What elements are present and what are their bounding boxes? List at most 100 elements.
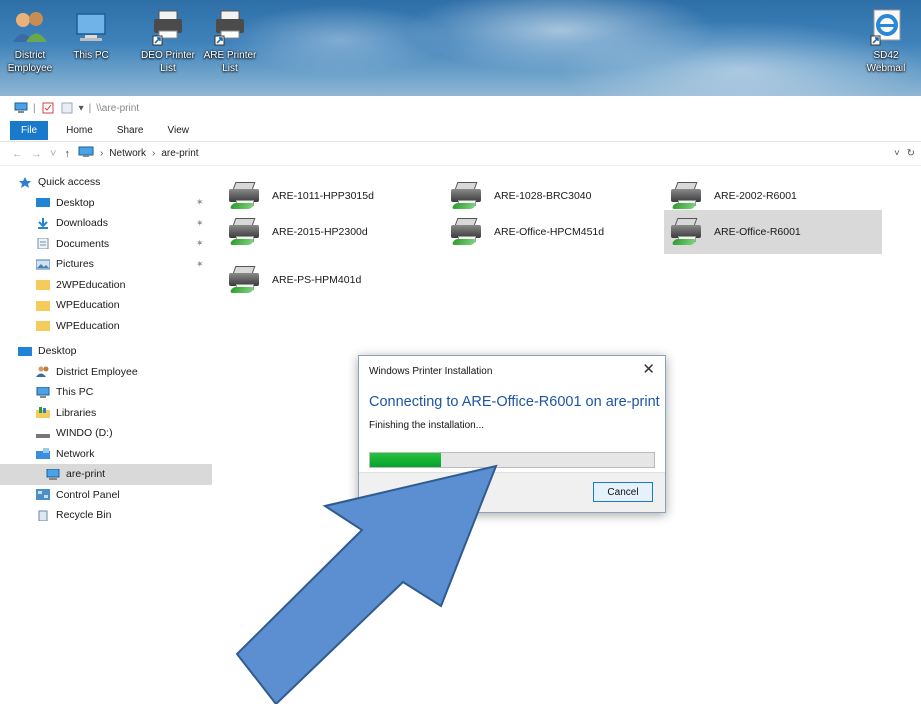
nav-item-recycle-bin[interactable]: Recycle Bin bbox=[0, 505, 212, 526]
nav-item-control-panel[interactable]: Control Panel bbox=[0, 485, 212, 506]
this-pc-icon bbox=[72, 8, 110, 48]
computer-icon bbox=[14, 102, 28, 114]
pin-icon[interactable]: ✶ bbox=[196, 197, 204, 208]
printer-icon bbox=[228, 265, 264, 295]
desktop-icon-are-printer-list[interactable]: ARE Printer List bbox=[198, 8, 262, 74]
computer-icon bbox=[46, 468, 60, 480]
nav-label: Desktop bbox=[38, 345, 77, 358]
divider: | bbox=[88, 102, 92, 114]
breadcrumb-network[interactable]: Network bbox=[109, 148, 146, 159]
nav-item-downloads[interactable]: Downloads ✶ bbox=[0, 213, 212, 234]
close-icon[interactable]: ✕ bbox=[642, 362, 655, 377]
printer-name: ARE-Office-HPCM451d bbox=[494, 226, 605, 238]
back-arrow-icon[interactable]: ← bbox=[12, 148, 23, 160]
pin-icon[interactable]: ✶ bbox=[196, 238, 204, 249]
tab-file[interactable]: File bbox=[10, 121, 49, 140]
nav-label: Libraries bbox=[56, 406, 97, 419]
printer-item[interactable]: ARE-Office-HPCM451d bbox=[444, 214, 644, 250]
nav-item-network[interactable]: Network bbox=[0, 444, 212, 465]
desktop-icon-district-employee[interactable]: District Employee bbox=[0, 8, 62, 74]
nav-item-folder[interactable]: WPEducation bbox=[0, 295, 212, 316]
breadcrumb-separator-icon: › bbox=[151, 148, 156, 159]
recent-locations-chevron-icon[interactable]: ˅ bbox=[50, 148, 56, 160]
desktop-icon-this-pc[interactable]: This PC bbox=[59, 8, 123, 61]
printer-item[interactable]: ARE-PS-HPM401d bbox=[222, 262, 422, 298]
nav-label: Recycle Bin bbox=[56, 509, 112, 522]
nav-quick-access[interactable]: Quick access bbox=[0, 172, 212, 193]
printer-installation-dialog: Windows Printer Installation ✕ Connectin… bbox=[358, 355, 666, 513]
pictures-icon bbox=[35, 259, 51, 270]
customize-qat-chevron-icon[interactable]: ▾ bbox=[79, 103, 84, 114]
printer-shortcut-icon bbox=[149, 8, 187, 48]
nav-item-folder[interactable]: 2WPEducation bbox=[0, 275, 212, 296]
nav-item-documents[interactable]: Documents ✶ bbox=[0, 234, 212, 255]
nav-item-pictures[interactable]: Pictures ✶ bbox=[0, 254, 212, 275]
printer-icon bbox=[450, 181, 486, 211]
desktop-icon-label: ARE Printer bbox=[203, 50, 257, 61]
tab-share[interactable]: Share bbox=[105, 121, 156, 140]
printer-name: ARE-1028-BRC3040 bbox=[494, 190, 592, 202]
up-arrow-icon[interactable]: ↑ bbox=[64, 148, 70, 160]
drive-icon bbox=[36, 428, 50, 439]
printer-item[interactable]: ARE-1011-HPP3015d bbox=[222, 178, 422, 214]
desktop-icon-label: DEO Printer bbox=[141, 50, 195, 61]
address-bar-controls: ˅ ↻ bbox=[894, 148, 915, 159]
printer-icon bbox=[228, 181, 264, 211]
libraries-icon bbox=[36, 407, 50, 419]
cancel-button[interactable]: Cancel bbox=[593, 482, 653, 502]
dialog-title: Windows Printer Installation bbox=[369, 365, 493, 377]
nav-item-are-print[interactable]: are-print bbox=[0, 464, 212, 485]
downloads-icon bbox=[36, 217, 50, 229]
nav-label: Quick access bbox=[38, 176, 101, 189]
desktop-icon-label: List bbox=[160, 63, 176, 74]
quick-access-toolbar: | ▾ | \\are-print bbox=[0, 96, 921, 120]
nav-label: WPEducation bbox=[56, 299, 120, 312]
desktop-icon-label: This PC bbox=[73, 50, 109, 61]
navigation-pane: Quick access Desktop ✶ Downloads ✶ Docum… bbox=[0, 172, 212, 536]
desktop-icon-deo-printer-list[interactable]: DEO Printer List bbox=[136, 8, 200, 74]
address-bar: ← → ˅ ↑ › Network › are-print bbox=[0, 142, 921, 166]
printer-name: ARE-PS-HPM401d bbox=[272, 274, 362, 286]
printer-icon bbox=[670, 181, 706, 211]
pc-icon bbox=[36, 386, 50, 398]
pin-icon[interactable]: ✶ bbox=[196, 218, 204, 229]
nav-item-drive-d[interactable]: WINDO (D:) bbox=[0, 423, 212, 444]
desktop-icon-label: SD42 bbox=[873, 50, 899, 61]
nav-label: District Employee bbox=[56, 365, 138, 378]
printer-item[interactable]: ARE-2015-HP2300d bbox=[222, 214, 422, 250]
refresh-icon[interactable]: ↻ bbox=[907, 148, 915, 159]
dialog-footer: Cancel bbox=[359, 472, 665, 512]
nav-item-this-pc[interactable]: This PC bbox=[0, 382, 212, 403]
folder-icon bbox=[36, 320, 50, 332]
desktop-icon-label: Employee bbox=[7, 63, 53, 74]
desktop-icon-sd42-webmail[interactable]: SD42 Webmail bbox=[854, 8, 918, 74]
installation-progress-bar bbox=[369, 452, 655, 468]
nav-item-folder[interactable]: WPEducation bbox=[0, 316, 212, 337]
printer-icon bbox=[228, 217, 264, 247]
nav-item-libraries[interactable]: Libraries bbox=[0, 403, 212, 424]
tab-home[interactable]: Home bbox=[54, 121, 105, 140]
tab-view[interactable]: View bbox=[156, 121, 202, 140]
forward-arrow-icon[interactable]: → bbox=[31, 148, 42, 160]
properties-icon[interactable] bbox=[41, 102, 55, 114]
dialog-heading: Connecting to ARE-Office-R6001 on are-pr… bbox=[369, 394, 660, 410]
nav-label: Documents bbox=[56, 237, 110, 250]
nav-item-desktop[interactable]: Desktop ✶ bbox=[0, 193, 212, 214]
nav-item-district-employee[interactable]: District Employee bbox=[0, 362, 212, 383]
nav-desktop-root[interactable]: Desktop bbox=[0, 341, 212, 362]
printer-item[interactable]: ARE-1028-BRC3040 bbox=[444, 178, 644, 214]
address-dropdown-chevron-icon[interactable]: ˅ bbox=[894, 148, 900, 159]
pin-icon[interactable]: ✶ bbox=[196, 259, 204, 270]
printer-item-selected[interactable]: ARE-Office-R6001 bbox=[664, 210, 882, 254]
desktop-background: District Employee This PC DEO Printer Li… bbox=[0, 0, 921, 96]
breadcrumb[interactable]: › Network › are-print bbox=[78, 146, 199, 161]
printer-name: ARE-Office-R6001 bbox=[714, 226, 801, 238]
printer-item[interactable]: ARE-2002-R6001 bbox=[664, 178, 882, 214]
breadcrumb-are-print[interactable]: are-print bbox=[161, 148, 198, 159]
progress-fill bbox=[370, 453, 441, 467]
internet-explorer-icon bbox=[867, 8, 905, 48]
new-folder-icon[interactable] bbox=[60, 102, 74, 114]
nav-label: Network bbox=[56, 447, 95, 460]
printer-name: ARE-1011-HPP3015d bbox=[272, 190, 374, 202]
user-icon bbox=[36, 366, 50, 378]
